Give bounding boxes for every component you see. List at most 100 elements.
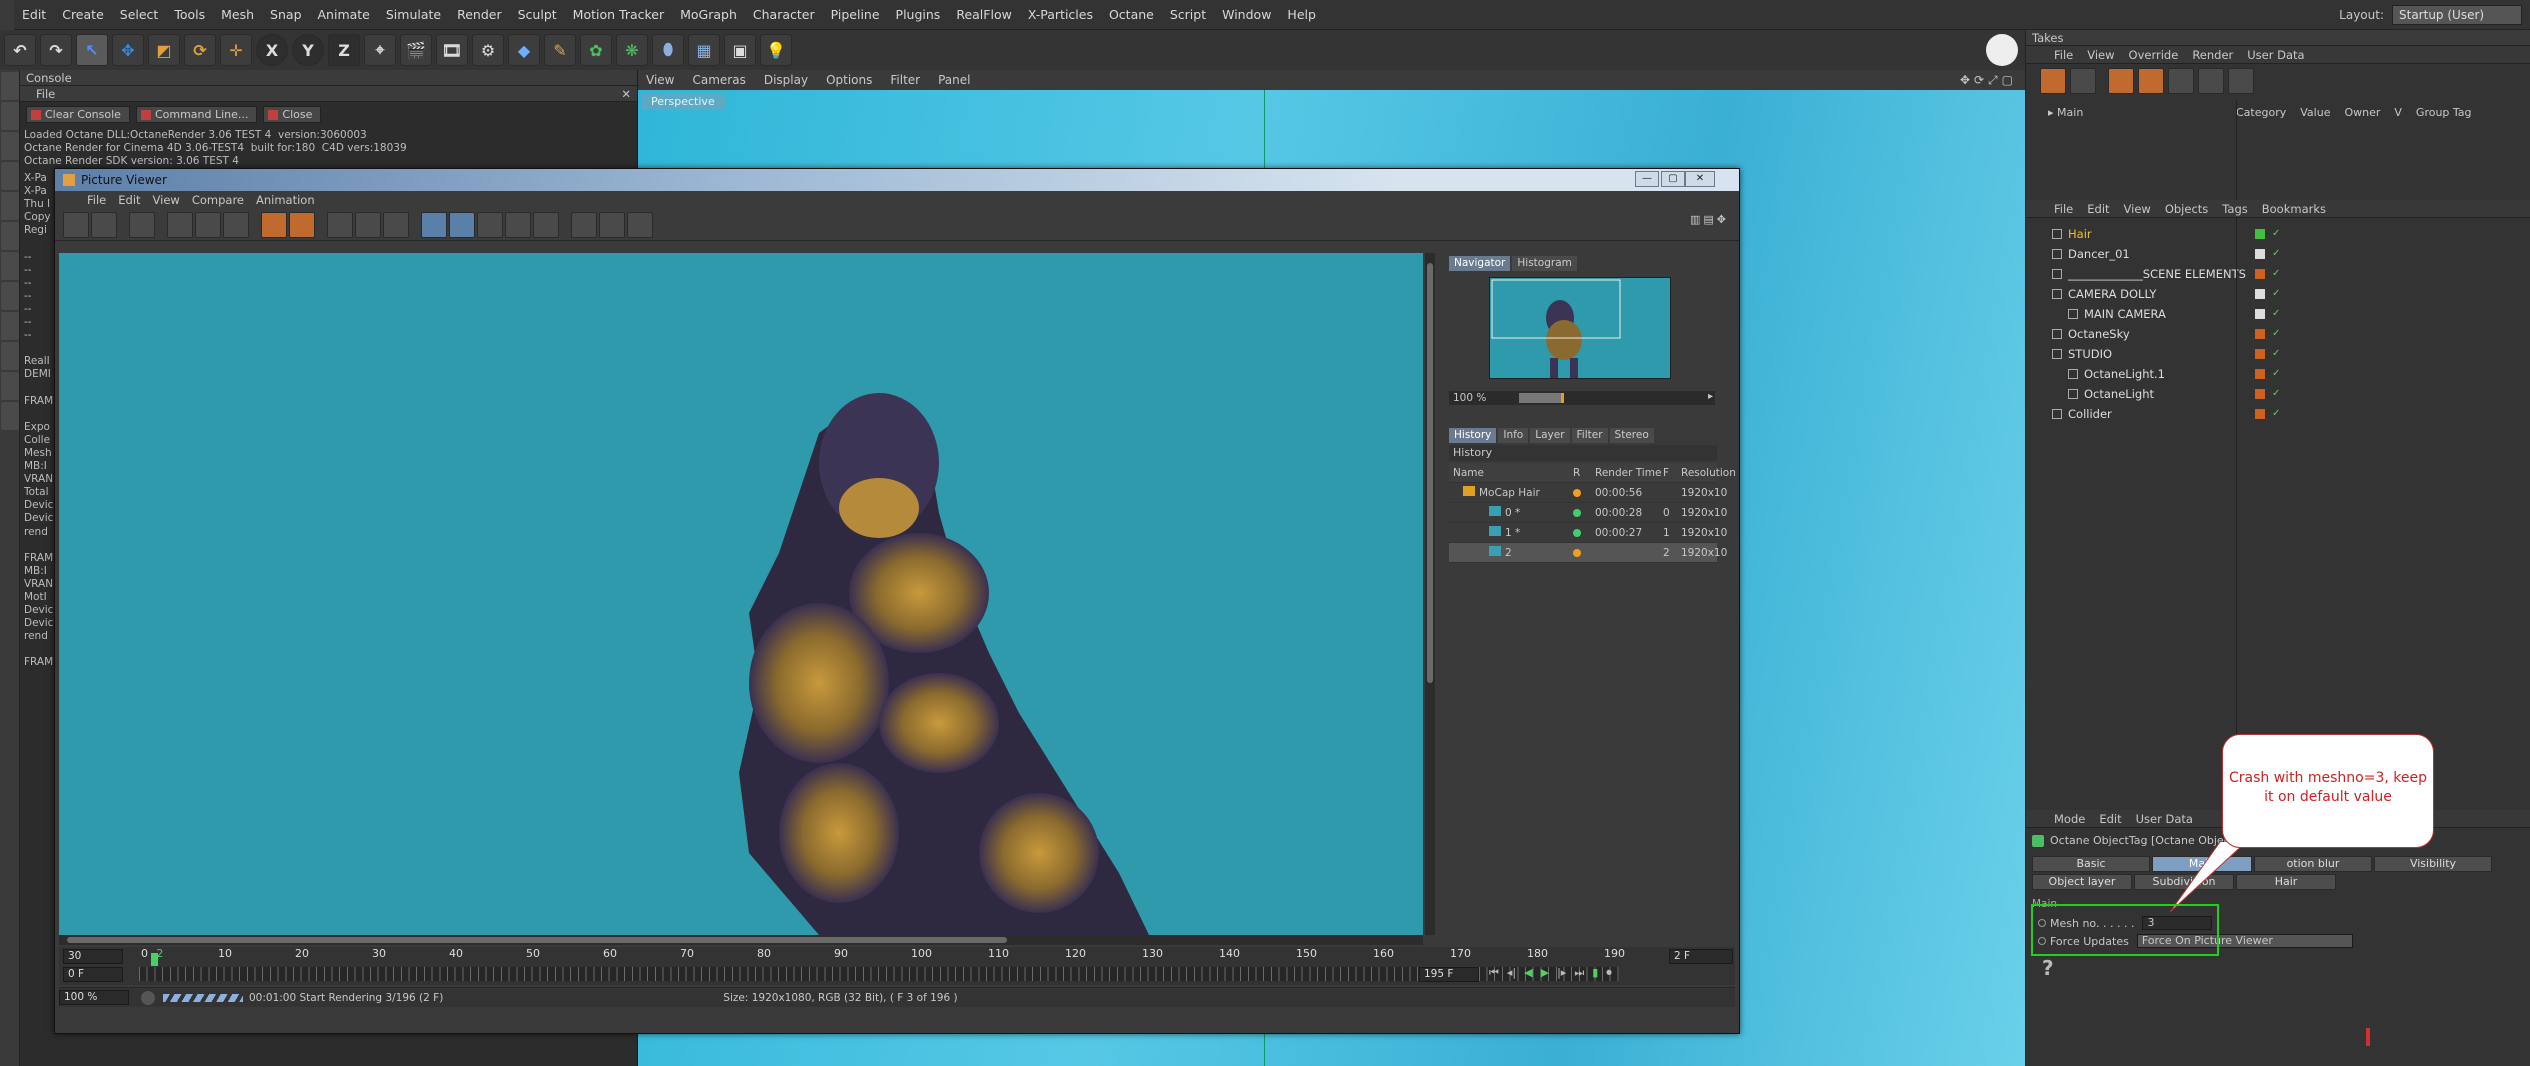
render-view-icon[interactable]: 🎬 — [400, 34, 432, 66]
pv-menu-animation[interactable]: Animation — [256, 193, 315, 207]
menu-octane[interactable]: Octane — [1101, 7, 1162, 22]
octane-sun-icon[interactable] — [1986, 34, 2018, 66]
axis-mode-icon[interactable] — [1, 282, 19, 310]
object-row[interactable]: OctaneLight.1 ✓ — [2040, 364, 2520, 383]
object-layer-color[interactable] — [2255, 288, 2265, 299]
history-col-render-time[interactable]: Render Time — [1595, 467, 1661, 479]
object-layer-color[interactable] — [2255, 268, 2265, 279]
z-axis-button[interactable]: Z — [328, 34, 360, 66]
open-icon[interactable] — [63, 211, 89, 238]
help-icon[interactable]: ? — [2042, 956, 2054, 980]
polygons-mode-icon[interactable] — [1, 252, 19, 280]
edges-mode-icon[interactable] — [1, 222, 19, 250]
takes-col-v[interactable]: V — [2394, 106, 2402, 119]
menu-sculpt[interactable]: Sculpt — [510, 7, 565, 22]
minimize-button[interactable]: — — [1635, 171, 1659, 187]
object-row[interactable]: Collider ✓ — [2040, 404, 2520, 423]
object-row[interactable]: STUDIO ✓ — [2040, 344, 2520, 363]
object-layer-color[interactable] — [2255, 308, 2265, 319]
take-auto-icon[interactable] — [2108, 68, 2134, 94]
menu-x-particles[interactable]: X-Particles — [1020, 7, 1101, 22]
object-row[interactable]: Hair ✓ — [2040, 224, 2520, 243]
view-mode-icon[interactable] — [421, 211, 447, 238]
viewport-menu-filter[interactable]: Filter — [890, 73, 920, 87]
redo-icon[interactable]: ↷ — [40, 34, 72, 66]
menu-realflow[interactable]: RealFlow — [948, 7, 1019, 22]
compare-icon[interactable] — [223, 211, 249, 238]
timeline-playhead[interactable] — [151, 953, 158, 966]
snapshot-icon[interactable] — [195, 211, 221, 238]
take-filter-icon[interactable] — [2228, 68, 2254, 94]
visibility-check-icon[interactable]: ✓ — [2272, 268, 2280, 279]
object-row[interactable]: _____________SCENE ELEMENTS ✓ — [2040, 264, 2520, 283]
stop-render-icon[interactable] — [141, 990, 155, 1005]
pv-menu-file[interactable]: File — [87, 193, 106, 207]
tab-layer[interactable]: Layer — [1530, 428, 1570, 443]
render-settings-icon[interactable]: ⚙ — [472, 34, 504, 66]
region-icon[interactable] — [167, 211, 193, 238]
attr-tab-object-layer[interactable]: Object layer — [2032, 874, 2132, 890]
attr-tab-hair[interactable]: Hair — [2236, 874, 2336, 890]
history-row[interactable]: MoCap Hair 00:00:56 1920x10 — [1449, 483, 1727, 503]
deformer-icon[interactable]: ⬮ — [652, 34, 684, 66]
layout-selector[interactable]: Layout: Startup (User) — [2339, 5, 2522, 25]
take-new-icon[interactable] — [2040, 68, 2066, 94]
current-frame-field[interactable]: 0 F — [63, 967, 123, 982]
light-icon[interactable]: 💡 — [760, 34, 792, 66]
visibility-check-icon[interactable]: ✓ — [2272, 288, 2280, 299]
object-row[interactable]: MAIN CAMERA ✓ — [2040, 304, 2520, 323]
take-override-icon[interactable] — [2168, 68, 2194, 94]
make-editable-icon[interactable] — [1, 72, 19, 100]
object-layer-color[interactable] — [2255, 368, 2265, 379]
model-mode-icon[interactable] — [1, 102, 19, 130]
tab-histogram[interactable]: Histogram — [1512, 256, 1577, 271]
tab-history[interactable]: History — [1449, 428, 1497, 443]
points-mode-icon[interactable] — [1, 192, 19, 220]
menu-pipeline[interactable]: Pipeline — [823, 7, 888, 22]
attr-tab-visibility[interactable]: Visibility — [2374, 856, 2492, 872]
prev-key-icon[interactable]: ◂| — [1507, 966, 1516, 980]
b-channel-icon[interactable] — [533, 211, 559, 238]
viewport-menu-cameras[interactable]: Cameras — [692, 73, 745, 87]
take-lock-icon[interactable] — [2138, 68, 2164, 94]
menu-motion-tracker[interactable]: Motion Tracker — [565, 7, 672, 22]
fps-field[interactable]: 30 — [63, 949, 123, 964]
end-frame-field[interactable]: 2 F — [1669, 949, 1733, 964]
close-console-button[interactable]: Close — [263, 106, 322, 123]
attr-tab-motion-blur[interactable]: otion blur — [2254, 856, 2372, 872]
history-row[interactable]: 1 * 00:00:27 1 1920x10 — [1449, 523, 1727, 543]
object-layer-color[interactable] — [2255, 328, 2265, 339]
menu-mesh[interactable]: Mesh — [213, 7, 262, 22]
window-close-button[interactable]: ✕ — [1685, 171, 1715, 187]
render-picture-viewer-icon[interactable]: 🎞 — [436, 34, 468, 66]
live-selection-icon[interactable]: ↖ — [76, 34, 108, 66]
object-layer-color[interactable] — [2255, 388, 2265, 399]
takes-menu-view[interactable]: View — [2087, 48, 2114, 62]
a-channel-icon[interactable] — [505, 211, 531, 238]
object-menu-view[interactable]: View — [2124, 202, 2151, 216]
timeline-ruler[interactable]: 0 2 10 20 30 40 50 60 70 80 90 100 110 120 130 140 150 16… — [139, 947, 1625, 967]
menu-animate[interactable]: Animate — [310, 7, 378, 22]
floor-icon[interactable]: ▦ — [688, 34, 720, 66]
subdivision-icon[interactable]: ✿ — [580, 34, 612, 66]
attr-menu-edit[interactable]: Edit — [2099, 812, 2121, 826]
ab-compare-icon[interactable] — [261, 211, 287, 238]
takes-menu-override[interactable]: Override — [2129, 48, 2179, 62]
texture-mode-icon[interactable] — [1, 132, 19, 160]
go-end-icon[interactable]: ⏭ — [1574, 966, 1584, 980]
pv-menu-compare[interactable]: Compare — [192, 193, 244, 207]
take-copy-icon[interactable] — [2070, 68, 2096, 94]
attr-tab-basic[interactable]: Basic — [2032, 856, 2150, 872]
takes-menu-render[interactable]: Render — [2192, 48, 2233, 62]
menu-edit[interactable]: Edit — [14, 7, 54, 22]
menu-tools[interactable]: Tools — [166, 7, 213, 22]
workplane-icon[interactable] — [1, 162, 19, 190]
zoom-in-icon[interactable] — [599, 211, 625, 238]
console-menu-file[interactable]: File — [26, 87, 55, 101]
takes-col-owner[interactable]: Owner — [2344, 106, 2380, 119]
play-back-icon[interactable]: ◀ — [1524, 966, 1532, 980]
take-group-icon[interactable] — [2198, 68, 2224, 94]
menu-window[interactable]: Window — [1214, 7, 1279, 22]
attr-menu-user-data[interactable]: User Data — [2136, 812, 2193, 826]
tab-info[interactable]: Info — [1498, 428, 1529, 443]
